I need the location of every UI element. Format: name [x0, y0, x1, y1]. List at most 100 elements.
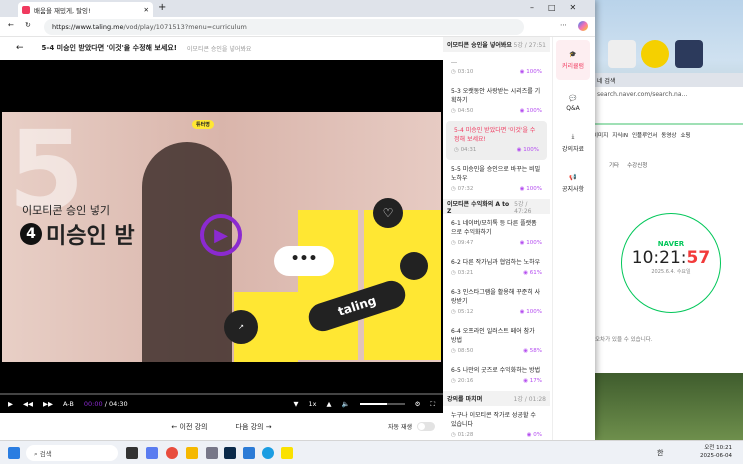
copilot-icon[interactable]	[146, 447, 158, 459]
rail-label: Q&A	[566, 104, 580, 112]
desktop-icon-s[interactable]	[608, 40, 636, 68]
section-header[interactable]: 이모티콘 승인을 넣어봐요 5강 / 27:51	[443, 37, 550, 52]
lecture-progress: 0%	[533, 432, 542, 438]
edge-icon[interactable]	[262, 447, 274, 459]
speed-down-icon[interactable]: ▼	[294, 400, 299, 408]
photoshop-icon[interactable]	[224, 447, 236, 459]
copilot-icon[interactable]	[578, 21, 588, 31]
back-icon[interactable]: ←	[8, 21, 14, 29]
rail-label: 공지사항	[561, 185, 585, 193]
close-tab-icon[interactable]: ✕	[144, 6, 149, 14]
section-title: 강의를 마치며	[447, 396, 483, 403]
lecture-duration: 20:16	[457, 378, 474, 384]
lecture-item[interactable]: 6-5 나만의 굿즈로 수익화하는 방법 ◷ 20:16 ◉ 17%	[443, 361, 550, 391]
rail-materials[interactable]: ⤓ 강의자료	[553, 123, 593, 163]
calculator-icon[interactable]	[206, 447, 218, 459]
overlay-title: 미승인 받	[46, 224, 135, 249]
volume-icon[interactable]: 🔈	[342, 400, 350, 408]
lecture-item[interactable]: 5-3 오랫동안 사랑받는 시리즈를 기획하기 ◷ 04:50 ◉ 100%	[443, 82, 550, 121]
rail-notice[interactable]: 📢 공지사항	[553, 163, 593, 203]
back-arrow-icon[interactable]: ←	[16, 43, 24, 53]
lecture-item[interactable]: 6-1 네이버/모히톡 등 다른 플랫폼으로 수익화하기 ◷ 09:47 ◉ 100…	[443, 214, 550, 253]
yellow-block	[298, 210, 358, 360]
lecture-item[interactable]: … ◷ 03:10 ◉ 100%	[443, 52, 550, 82]
page-subtitle: 이모티콘 승인을 넣어봐요	[186, 45, 252, 53]
download-icon: ⤓	[571, 133, 575, 140]
clock-date: 2025.6.4. 수요일	[651, 269, 691, 275]
url-input[interactable]: https://www.taling.me/vod/play/1071513?m…	[44, 19, 524, 35]
chip[interactable]: 기타	[609, 161, 619, 169]
lecture-progress: 100%	[526, 69, 542, 75]
app-icon[interactable]	[243, 447, 255, 459]
section-header[interactable]: 강의를 마치며 1강 / 01:28	[443, 391, 550, 406]
autoplay-toggle[interactable]	[417, 422, 435, 431]
section-title: 이모티콘 승인을 넣어봐요	[447, 42, 512, 49]
naver-url[interactable]: search.naver.com/search.na...	[591, 87, 743, 103]
search-label: 검색	[39, 450, 52, 458]
play-icon[interactable]: ▶	[8, 400, 13, 408]
chat-icon: 💬	[569, 94, 577, 102]
task-view-icon[interactable]	[126, 447, 138, 459]
rail-curriculum[interactable]: 🎓 커리큘럼	[556, 40, 590, 80]
windows-start-icon[interactable]	[8, 447, 20, 459]
address-bar-row: ← ↻ https://www.taling.me/vod/play/10715…	[0, 17, 595, 37]
taskbar-search[interactable]: ⌕ 검색	[26, 445, 118, 461]
lecture-duration: 03:21	[457, 270, 474, 276]
new-tab-icon[interactable]: +	[158, 2, 166, 13]
lecture-progress: 100%	[523, 147, 539, 153]
lecture-item[interactable]: 누구나 이모티콘 작가로 성공할 수 있습니다 ◷ 01:28 ◉ 0%	[443, 406, 550, 440]
more-icon[interactable]: ⋯	[560, 21, 567, 29]
chrome-icon[interactable]	[166, 447, 178, 459]
chip[interactable]: 수강신청	[627, 161, 647, 169]
chip[interactable]: 이미지	[593, 131, 608, 139]
naver-tab[interactable]: 네 검색	[591, 73, 743, 87]
chart-icon: ↗	[224, 310, 258, 344]
lecture-item[interactable]: 5-4 미승인 받았다면 '이것'을 수정해 보세요! ◷ 04:31 ◉ 100%	[446, 121, 547, 160]
volume-slider[interactable]	[359, 403, 405, 405]
chip[interactable]: 동영상	[661, 131, 676, 139]
window-controls[interactable]: –□✕	[530, 3, 590, 12]
forward-icon[interactable]: ▶▶	[43, 400, 53, 408]
lecture-title: …	[451, 58, 457, 65]
lecture-item[interactable]: 5-5 미승인을 승인으로 바꾸는 비밀 노하우 ◷ 07:32 ◉ 100%	[443, 160, 550, 199]
rail-label: 강의자료	[561, 146, 585, 153]
lecture-duration: 05:12	[457, 309, 474, 315]
speed-value: 1x	[308, 400, 317, 408]
lecture-item[interactable]: 6-4 오프라인 일러스트 페어 참가 방법 ◷ 08:50 ◉ 58%	[443, 322, 550, 361]
lecture-duration: 01:28	[457, 432, 474, 438]
video-player[interactable]: 5 튜터명 이모티콘 승인 넣기 4 미승인 받 ▶ ♡ ••• taling …	[0, 60, 443, 395]
clock[interactable]: 오전 10:21 2025-06-04	[700, 444, 732, 460]
fullscreen-icon[interactable]: ⛶	[430, 400, 435, 409]
lecture-title: 5-3 오랫동안 사랑받는 시리즈를 기획하기	[451, 88, 541, 104]
lecture-item[interactable]: 6-2 다른 작가님과 협업하는 노하우 ◷ 03:21 ◉ 61%	[443, 253, 550, 283]
lecture-duration: 07:32	[457, 186, 474, 192]
play-overlay-button[interactable]: ▶	[200, 214, 242, 256]
chip[interactable]: 지식iN	[612, 131, 628, 139]
ab-repeat-button[interactable]: A-B	[63, 400, 74, 408]
taskbar: ⌕ 검색 한 오전 10:21 2025-06-04	[0, 440, 743, 464]
explorer-icon[interactable]	[186, 447, 198, 459]
browser-tab[interactable]: 배움을 재밌게, 탈잉! ✕	[18, 2, 153, 17]
heart-icon: ♡	[373, 198, 403, 228]
rail-label: 커리큘럼	[561, 62, 585, 70]
rewind-icon[interactable]: ◀◀	[23, 400, 33, 408]
ime-indicator[interactable]: 한	[657, 448, 663, 458]
next-lecture-button[interactable]: 다음 강의 →	[236, 422, 272, 432]
lecture-item[interactable]: 6-3 인스타그램을 활용해 꾸준히 사랑받기 ◷ 05:12 ◉ 100%	[443, 283, 550, 322]
kakaotalk-icon[interactable]	[281, 447, 293, 459]
lecture-progress: 100%	[526, 309, 542, 315]
settings-icon[interactable]: ⚙	[415, 400, 421, 408]
chip[interactable]: 쇼핑	[680, 131, 690, 139]
desktop-icon-ebook[interactable]	[675, 40, 703, 68]
desktop-icon-app[interactable]	[641, 40, 669, 68]
refresh-icon[interactable]: ↻	[25, 21, 31, 29]
chip[interactable]: 인플루언서	[632, 131, 657, 139]
overlay-number: 4	[20, 223, 42, 245]
total-time: 04:30	[108, 400, 128, 408]
speed-up-icon[interactable]: ▲	[327, 400, 332, 408]
section-header[interactable]: 이모티콘 수익화의 A to Z 5강 / 47:26	[443, 199, 550, 215]
lecture-duration: 04:50	[457, 108, 474, 114]
prev-lecture-button[interactable]: ← 이전 강의	[171, 422, 207, 432]
rail-qna[interactable]: 💬 Q&A	[553, 83, 593, 123]
lecture-progress: 58%	[529, 348, 542, 354]
